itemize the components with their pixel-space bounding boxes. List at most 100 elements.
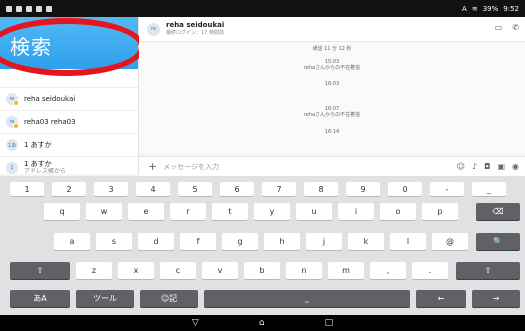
- message-area[interactable]: 通話 11 分 12 秒 15:03 rehaさんからの不在着信 16:03 1…: [139, 42, 525, 154]
- key-k[interactable]: k: [348, 233, 384, 250]
- home-icon[interactable]: ⌂: [259, 318, 265, 328]
- message-entry: 16:07 rehaさんからの不在着信: [139, 106, 525, 118]
- key-v[interactable]: v: [202, 262, 238, 279]
- key-r[interactable]: r: [170, 203, 206, 220]
- emoji-key[interactable]: ☺記: [140, 290, 198, 307]
- key-h[interactable]: h: [264, 233, 300, 250]
- camera-icon[interactable]: ◘: [484, 162, 490, 171]
- key-m[interactable]: m: [328, 262, 364, 279]
- notification-icon: [6, 5, 12, 12]
- cursor-right-key[interactable]: →: [472, 290, 520, 307]
- key-4[interactable]: 4: [136, 182, 170, 196]
- tools-key[interactable]: ツール: [76, 290, 134, 307]
- message-input-bar: + メッセージを入力 ☺ ♪ ◘ ▣ ◉: [139, 156, 525, 176]
- key-l[interactable]: l: [390, 233, 426, 250]
- emoji-icon[interactable]: ☺: [457, 162, 465, 171]
- system-nav-bar: ▽ ⌂ □: [0, 315, 525, 331]
- message-time: 16:14: [324, 129, 340, 135]
- key-6[interactable]: 6: [220, 182, 254, 196]
- backspace-key[interactable]: ⌫: [476, 203, 520, 220]
- contact-item[interactable]: 1あ 1 あすか: [0, 134, 138, 157]
- key-o[interactable]: o: [380, 203, 416, 220]
- key-0[interactable]: 0: [388, 182, 422, 196]
- key-comma[interactable]: ,: [370, 262, 406, 279]
- key-f[interactable]: f: [180, 233, 216, 250]
- key-7[interactable]: 7: [262, 182, 296, 196]
- battery-level: 39%: [482, 4, 499, 13]
- phone-call-icon[interactable]: ✆: [512, 23, 519, 32]
- message-line: 通話 11 分 12 秒: [312, 46, 352, 52]
- avatar: 1: [6, 162, 18, 174]
- contact-name: reha03 reha03: [24, 118, 76, 126]
- key-at[interactable]: @: [432, 233, 468, 250]
- key-x[interactable]: x: [118, 262, 154, 279]
- key-3[interactable]: 3: [94, 182, 128, 196]
- key-i[interactable]: i: [338, 203, 374, 220]
- key-1[interactable]: 1: [10, 182, 44, 196]
- message-line: rehaさんからの不在着信: [303, 65, 361, 71]
- notification-icon: [26, 5, 32, 12]
- shift-key-left[interactable]: ⇧: [10, 262, 70, 279]
- key-n[interactable]: n: [286, 262, 322, 279]
- key-q[interactable]: q: [44, 203, 80, 220]
- key-underscore[interactable]: _: [472, 182, 506, 196]
- contact-item[interactable]: re reha seidoukai: [0, 88, 138, 111]
- microphone-icon[interactable]: ♪: [472, 162, 477, 171]
- key-y[interactable]: y: [254, 203, 290, 220]
- key-9[interactable]: 9: [346, 182, 380, 196]
- key-c[interactable]: c: [160, 262, 196, 279]
- cursor-left-key[interactable]: ←: [416, 290, 466, 307]
- shift-key-right[interactable]: ⇧: [456, 262, 520, 279]
- message-line: rehaさんからの不在着信: [303, 112, 361, 118]
- key-b[interactable]: b: [244, 262, 280, 279]
- key-period[interactable]: .: [412, 262, 448, 279]
- chat-header: re reha seidoukai 最終ログイン：17 時間前 ▭ ✆: [139, 17, 525, 42]
- status-dot: [13, 123, 19, 129]
- key-z[interactable]: z: [76, 262, 112, 279]
- sidebar-divider: [0, 69, 138, 88]
- avatar-initials: 1: [10, 165, 14, 171]
- wifi-icon: ≋: [471, 4, 478, 13]
- key-t[interactable]: t: [212, 203, 248, 220]
- message-entry: 16:14: [139, 129, 525, 135]
- contact-name: reha seidoukai: [24, 95, 76, 103]
- search-header[interactable]: 検索: [0, 17, 138, 69]
- key-j[interactable]: j: [306, 233, 342, 250]
- key-2[interactable]: 2: [52, 182, 86, 196]
- key-s[interactable]: s: [96, 233, 132, 250]
- key-a[interactable]: a: [54, 233, 90, 250]
- plus-icon[interactable]: +: [148, 160, 157, 173]
- notification-icon: [46, 5, 52, 12]
- search-label[interactable]: 検索: [10, 31, 52, 60]
- back-icon[interactable]: ▽: [192, 318, 199, 328]
- clock: 9:52: [503, 4, 519, 13]
- key-p[interactable]: p: [422, 203, 458, 220]
- status-bar: A ≋ 39% 9:52: [0, 0, 525, 17]
- message-input[interactable]: メッセージを入力: [163, 162, 456, 172]
- soft-keyboard: 1 2 3 4 5 6 7 8 9 0 - _ q w e r t y u i …: [0, 176, 525, 315]
- key-e[interactable]: e: [128, 203, 164, 220]
- key-u[interactable]: u: [296, 203, 332, 220]
- video-call-icon[interactable]: ▭: [495, 23, 503, 32]
- space-key[interactable]: ⎵: [204, 290, 410, 307]
- key-8[interactable]: 8: [304, 182, 338, 196]
- contact-item[interactable]: re reha03 reha03: [0, 111, 138, 134]
- location-icon[interactable]: ◉: [512, 162, 519, 171]
- key-d[interactable]: d: [138, 233, 174, 250]
- key-5[interactable]: 5: [178, 182, 212, 196]
- key-minus[interactable]: -: [430, 182, 464, 196]
- recents-icon[interactable]: □: [325, 318, 334, 328]
- search-key[interactable]: 🔍: [476, 233, 520, 250]
- image-icon[interactable]: ▣: [497, 162, 505, 171]
- language-switch-key[interactable]: あA: [10, 290, 70, 307]
- key-g[interactable]: g: [222, 233, 258, 250]
- key-w[interactable]: w: [86, 203, 122, 220]
- avatar: re: [6, 93, 19, 106]
- contact-name: 1 あすか: [24, 141, 52, 149]
- message-entry: 15:03 rehaさんからの不在着信: [139, 59, 525, 71]
- notification-icon: [36, 5, 42, 12]
- chat-avatar[interactable]: re: [147, 22, 160, 36]
- contact-source: アドレス帳から: [24, 168, 67, 175]
- message-time: 16:03: [324, 81, 340, 87]
- chat-contact-name: reha seidoukai: [166, 21, 225, 29]
